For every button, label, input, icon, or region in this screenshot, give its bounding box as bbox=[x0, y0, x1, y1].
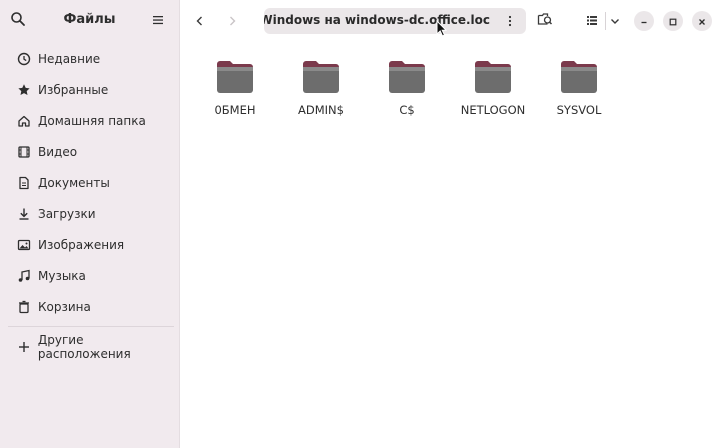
folder-item[interactable]: NETLOGON bbox=[450, 58, 536, 128]
sidebar-item-label: Изображения bbox=[38, 237, 125, 252]
folder-item[interactable]: ADMIN$ bbox=[278, 58, 364, 128]
folder-name: ADMIN$ bbox=[298, 103, 344, 117]
hamburger-menu-icon[interactable] bbox=[151, 12, 167, 28]
sidebar-item-videos[interactable]: Видео bbox=[0, 136, 179, 167]
maximize-button[interactable] bbox=[663, 11, 683, 31]
sidebar-item-label: Домашняя папка bbox=[38, 113, 146, 128]
image-icon bbox=[16, 237, 32, 253]
sidebar-item-label: Избранные bbox=[38, 82, 109, 97]
sidebar-item-label: Документы bbox=[38, 175, 110, 190]
current-location-label: Общие ресурсы Windows на windows-dc.offi… bbox=[264, 13, 490, 27]
sidebar-item-label: Музыка bbox=[38, 268, 86, 283]
sidebar-divider bbox=[8, 326, 174, 327]
folder-icon bbox=[217, 61, 253, 93]
sidebar-item-pictures[interactable]: Изображения bbox=[0, 229, 179, 260]
document-icon bbox=[16, 175, 32, 191]
maximize-icon bbox=[668, 12, 678, 31]
location-pathbar[interactable]: Общие ресурсы Windows на windows-dc.offi… bbox=[264, 8, 526, 34]
folder-icon bbox=[475, 61, 511, 93]
music-icon bbox=[16, 268, 32, 284]
header-bar: Общие ресурсы Windows на windows-dc.offi… bbox=[181, 0, 720, 42]
sidebar-item-label: Недавние bbox=[38, 51, 101, 66]
folder-icon bbox=[389, 61, 425, 93]
sidebar-item-label: Корзина bbox=[38, 299, 91, 314]
chevron-right-icon bbox=[226, 12, 238, 31]
sidebar-item-trash[interactable]: Корзина bbox=[0, 291, 179, 322]
sidebar-item-label: Видео bbox=[38, 144, 78, 159]
sidebar-places: Недавние Избранные Домашняя папка Видео … bbox=[0, 43, 179, 322]
kebab-menu-icon[interactable] bbox=[502, 13, 518, 29]
sidebar-item-documents[interactable]: Документы bbox=[0, 167, 179, 198]
sidebar-item-recent[interactable]: Недавние bbox=[0, 43, 179, 74]
chevron-down-icon bbox=[609, 12, 621, 31]
folder-icon bbox=[561, 61, 597, 93]
sidebar-item-home[interactable]: Домашняя папка bbox=[0, 105, 179, 136]
forward-button[interactable] bbox=[221, 10, 243, 32]
folder-icon bbox=[303, 61, 339, 93]
sidebar-item-label: Другие расположения bbox=[37, 332, 131, 361]
close-icon bbox=[697, 12, 707, 31]
folder-item[interactable]: SYSVOL bbox=[536, 58, 622, 128]
search-files-button[interactable] bbox=[534, 10, 556, 32]
folder-name: SYSVOL bbox=[556, 103, 602, 117]
minimize-button[interactable] bbox=[634, 11, 654, 31]
mouse-pointer-icon bbox=[436, 19, 448, 42]
sidebar-header: Файлы bbox=[0, 0, 179, 40]
sidebar-item-label: Загрузки bbox=[38, 206, 96, 221]
star-icon bbox=[16, 82, 32, 98]
home-icon bbox=[16, 113, 32, 129]
sidebar-item-music[interactable]: Музыка bbox=[0, 260, 179, 291]
sidebar-item-downloads[interactable]: Загрузки bbox=[0, 198, 179, 229]
chevron-left-icon bbox=[194, 12, 206, 31]
minimize-icon bbox=[639, 12, 649, 31]
sidebar-item-starred[interactable]: Избранные bbox=[0, 74, 179, 105]
close-button[interactable] bbox=[692, 11, 712, 31]
download-icon bbox=[16, 206, 32, 222]
clock-icon bbox=[16, 51, 32, 67]
sidebar-item-other-locations[interactable]: Другие расположения bbox=[0, 331, 179, 362]
folder-search-icon bbox=[537, 11, 553, 31]
trash-icon bbox=[16, 299, 32, 315]
folder-name: 0БМЕН bbox=[214, 103, 256, 117]
sidebar: Файлы Недавние Избранные Домашняя папка … bbox=[0, 0, 180, 448]
folder-item[interactable]: C$ bbox=[364, 58, 450, 128]
plus-icon bbox=[16, 339, 32, 355]
folder-name: NETLOGON bbox=[460, 103, 526, 117]
film-icon bbox=[16, 144, 32, 160]
back-button[interactable] bbox=[189, 10, 211, 32]
view-list-button[interactable] bbox=[581, 10, 603, 32]
folder-item[interactable]: 0БМЕН bbox=[192, 58, 278, 128]
list-view-icon bbox=[585, 12, 599, 31]
files-view: 0БМЕН ADMIN$ C$ NETLOGON SYSVOL bbox=[181, 42, 720, 448]
folder-name: C$ bbox=[399, 103, 415, 117]
view-options-button[interactable] bbox=[604, 10, 626, 32]
file-manager-window: Файлы Недавние Избранные Домашняя папка … bbox=[0, 0, 720, 448]
